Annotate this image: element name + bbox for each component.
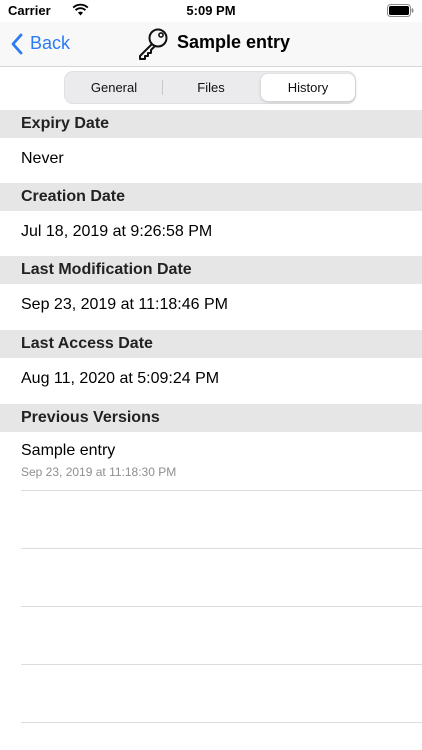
tab-general[interactable]: General [67,74,161,101]
access-date-row: Aug 11, 2020 at 5:09:24 PM [0,358,422,403]
modification-date-value: Sep 23, 2019 at 11:18:46 PM [21,296,228,313]
section-header-modification: Last Modification Date [0,256,422,284]
section-header-label: Last Access Date [21,335,153,352]
row-separator [21,548,422,549]
previous-version-item[interactable]: Sample entry Sep 23, 2019 at 11:18:30 PM [0,432,422,490]
tab-history[interactable]: History [261,74,355,101]
back-button-label: Back [30,33,71,53]
segment-divider [162,80,163,95]
section-header-label: Previous Versions [21,409,160,426]
version-date: Sep 23, 2019 at 11:18:30 PM [21,465,177,479]
version-title: Sample entry [21,442,116,459]
back-chevron-icon [11,33,23,55]
section-header-previous-versions: Previous Versions [0,404,422,432]
expiry-date-row: Never [0,138,422,183]
tab-files[interactable]: Files [164,74,258,101]
status-time: 5:09 PM [186,3,236,18]
creation-date-value: Jul 18, 2019 at 9:26:58 PM [21,223,213,240]
section-header-expiry: Expiry Date [0,110,422,138]
modification-date-row: Sep 23, 2019 at 11:18:46 PM [0,284,422,329]
access-date-value: Aug 11, 2020 at 5:09:24 PM [21,370,220,387]
battery-icon [387,4,414,17]
key-icon [139,28,168,60]
row-separator [21,664,422,665]
row-separator [21,722,422,723]
creation-date-row: Jul 18, 2019 at 9:26:58 PM [0,211,422,256]
row-separator [21,490,422,491]
section-header-label: Expiry Date [21,115,110,132]
navigation-bar: Back Sample entry [0,22,422,67]
tab-segmented-control: General Files History [64,71,356,104]
status-bar: Carrier 5:09 PM [0,0,422,22]
section-header-label: Creation Date [21,188,126,205]
expiry-date-value: Never [21,150,64,167]
section-header-access: Last Access Date [0,330,422,358]
section-header-creation: Creation Date [0,183,422,211]
row-separator [21,606,422,607]
section-header-label: Last Modification Date [21,261,192,278]
page-title: Sample entry [177,32,291,52]
